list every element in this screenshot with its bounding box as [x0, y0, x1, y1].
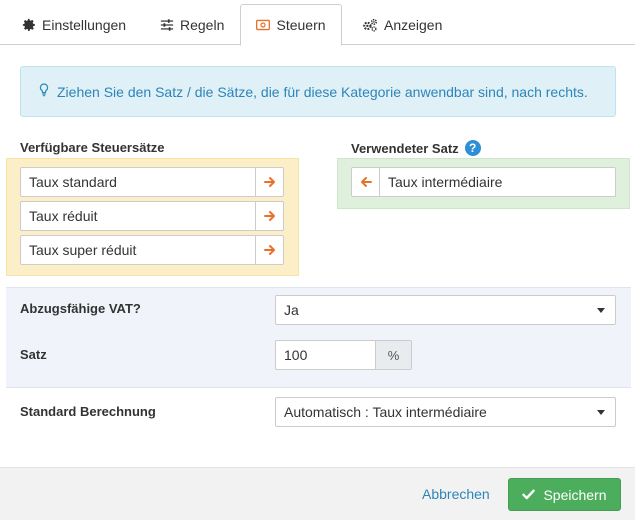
caret-down-icon [597, 308, 605, 313]
used-rate-item[interactable]: Taux intermédiaire [351, 167, 616, 197]
tab-einstellungen[interactable]: Einstellungen [22, 4, 126, 45]
deductible-vat-label: Abzugsfähige VAT? [20, 301, 141, 316]
used-rate-title: Verwendeter Satz ? [351, 140, 481, 156]
select-value: Automatisch : Taux intermédiaire [284, 404, 487, 420]
arrow-right-icon[interactable] [255, 236, 283, 264]
tab-anzeigen[interactable]: Anzeigen [362, 4, 442, 45]
sliders-icon [160, 18, 174, 32]
check-icon [522, 487, 536, 503]
percent-addon: % [375, 340, 412, 370]
rate-input[interactable] [275, 340, 376, 370]
arrow-left-icon[interactable] [352, 168, 380, 196]
rate-label: Taux standard [29, 174, 117, 190]
default-calculation-select[interactable]: Automatisch : Taux intermédiaire [275, 397, 616, 427]
cancel-link[interactable]: Abbrechen [422, 486, 490, 502]
used-rate-title-text: Verwendeter Satz [351, 140, 459, 156]
available-rate-item[interactable]: Taux réduit [20, 201, 284, 231]
rate-label-field: Satz [20, 347, 47, 362]
info-alert: Ziehen Sie den Satz / die Sätze, die für… [20, 66, 616, 117]
save-label: Speichern [543, 486, 607, 503]
available-rates-title: Verfügbare Steuersätze [20, 140, 165, 155]
rate-label: Taux super réduit [29, 242, 137, 258]
deductible-vat-select[interactable]: Ja [275, 295, 616, 325]
save-button[interactable]: Speichern [508, 478, 621, 511]
rate-label: Taux intermédiaire [388, 174, 503, 190]
gear-icon [22, 18, 36, 32]
tab-label: Einstellungen [42, 16, 127, 33]
tab-label: Regeln [180, 16, 225, 33]
lightbulb-icon [39, 83, 49, 100]
caret-down-icon [597, 410, 605, 415]
default-calculation-label: Standard Berechnung [20, 404, 156, 419]
available-rate-item[interactable]: Taux super réduit [20, 235, 284, 265]
tab-label: Anzeigen [384, 16, 443, 33]
tab-steuern[interactable]: Steuern [240, 4, 342, 46]
tab-regeln[interactable]: Regeln [160, 4, 224, 45]
available-rate-item[interactable]: Taux standard [20, 167, 284, 197]
select-value: Ja [284, 302, 299, 318]
arrow-right-icon[interactable] [255, 202, 283, 230]
tab-label: Steuern [276, 17, 326, 33]
help-icon[interactable]: ? [464, 140, 481, 156]
cogs-icon [362, 18, 378, 32]
arrow-right-icon[interactable] [255, 168, 283, 196]
tab-bar: Einstellungen Regeln Steuern Anzeigen [0, 0, 635, 46]
alert-text: Ziehen Sie den Satz / die Sätze, die für… [57, 83, 588, 100]
money-icon [256, 19, 271, 31]
rate-label: Taux réduit [29, 208, 98, 224]
